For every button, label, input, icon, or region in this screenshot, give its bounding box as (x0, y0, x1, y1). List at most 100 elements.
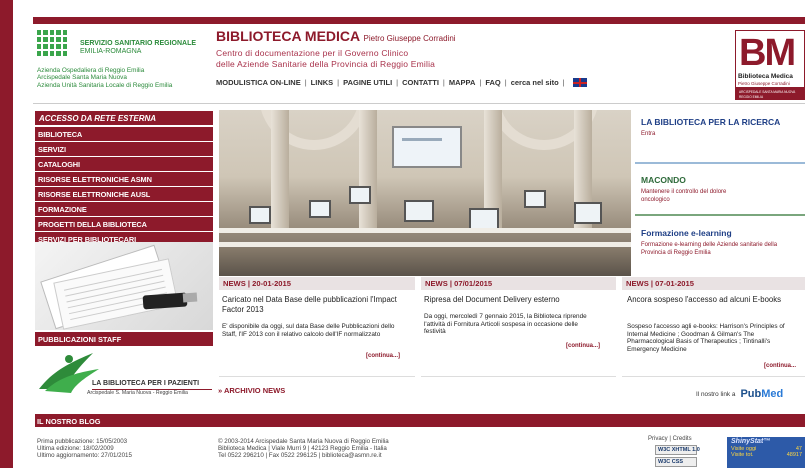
news-more-3[interactable]: [continua... (764, 363, 796, 369)
news-date-2: NEWS | 07/01/2015 (421, 277, 616, 290)
news-body-2: Da oggi, mercoledì 7 gennaio 2015, la Bi… (424, 313, 587, 336)
pubmed-text: Il nostro link a (696, 390, 736, 398)
promo-elearning-title: Formazione e-learning (641, 228, 732, 238)
footer-contact-line: Biblioteca Medica | Viale Murri 9 | 4212… (218, 445, 387, 452)
ssr-grid-icon (37, 30, 67, 56)
news-more-1[interactable]: [continua...] (366, 353, 400, 359)
ssr-logo[interactable]: SERVIZIO SANITARIO REGIONALE EMILIA-ROMA… (37, 30, 212, 98)
monitor (524, 190, 546, 208)
sidebar-item-servizi[interactable]: SERVIZI (35, 142, 213, 156)
promo-macondo[interactable]: MACONDO Mantenere il controllo del dolor… (631, 175, 805, 204)
pubmed-logo-part: Pub (740, 388, 762, 400)
health-authorities: Azienda Ospedaliera di Reggio Emilia Arc… (37, 67, 172, 89)
news-more-2[interactable]: [continua...] (566, 343, 600, 349)
sidebar-header-external-access[interactable]: ACCESSO DA RETE ESTERNA (35, 111, 213, 125)
top-nav: MODULISTICA ON-LINE | LINKS | PAGINE UTILI… (216, 78, 587, 87)
site-subtitle-2: delle Aziende Sanitarie della Provincia … (216, 59, 436, 69)
archive-news-link[interactable]: » ARCHIVIO NEWS (218, 386, 285, 395)
bm-logo-city: REGGIO EMILIA (739, 95, 764, 99)
site-title-suffix: Pietro Giuseppe Corradini (363, 34, 456, 43)
news-divider (622, 376, 805, 377)
nav-links[interactable]: LINKS (311, 78, 334, 87)
library-photo (219, 110, 631, 276)
sidebar-item-risorse-ausl[interactable]: RISORSE ELETTRONICHE AUSL (35, 187, 213, 201)
news-divider (421, 376, 616, 377)
footer-date-line: Ultimo aggiornamento: 27/01/2015 (37, 452, 132, 459)
nav-faq[interactable]: FAQ (485, 78, 500, 87)
promo-elearning-desc: Formazione e-learning delle Aziende sani… (641, 241, 778, 256)
sidebar-menu: ACCESSO DA RETE ESTERNA BIBLIOTECA SERVI… (35, 111, 213, 247)
footer-dates: Prima pubblicazione: 15/05/2003 Ultima e… (37, 438, 132, 459)
projection-screen (392, 126, 462, 168)
monitor (574, 202, 602, 224)
promo-panel: LA BIBLIOTECA PER LA RICERCA Entra MACON… (631, 110, 805, 276)
authority-line: Azienda Unità Sanitaria Locale di Reggio… (37, 81, 173, 89)
news-title-2[interactable]: Ripresa del Document Delivery esterno (424, 295, 614, 305)
promo-macondo-title: MACONDO (641, 175, 686, 185)
privacy-credits-link[interactable]: Privacy | Credits (648, 436, 692, 442)
patients-library-title: LA BIBLIOTECA PER I PAZIENTI (92, 380, 200, 387)
column (359, 110, 377, 230)
site-title[interactable]: BIBLIOTECA MEDICA Pietro Giuseppe Corrad… (216, 28, 456, 44)
promo-ricerca-link[interactable]: Entra (631, 130, 805, 138)
news-divider (219, 376, 415, 377)
promo-ricerca-title: LA BIBLIOTECA PER LA RICERCA (641, 117, 781, 127)
nav-separator: | (396, 78, 399, 87)
authority-line: Azienda Ospedaliera di Reggio Emilia (37, 67, 145, 74)
authority-line: Arcispedale Santa Maria Nuova (37, 74, 127, 82)
sidebar-item-cataloghi[interactable]: CATALOGHI (35, 157, 213, 171)
blog-link[interactable]: IL NOSTRO BLOG (37, 417, 101, 426)
nav-search[interactable]: cerca nel sito (511, 78, 559, 87)
site-title-main: BIBLIOTECA MEDICA (216, 28, 360, 44)
shinystat-total-value: 48917 (786, 452, 802, 458)
pubmed-logo: PubMed (740, 388, 783, 400)
column (271, 110, 289, 230)
bm-logo[interactable]: BM Biblioteca Medica Pietro Giuseppe Cor… (735, 30, 805, 100)
promo-divider (635, 162, 805, 164)
w3c-css-badge[interactable]: W3C CSS (655, 457, 697, 467)
sidebar-staff-publications[interactable]: PUBBLICAZIONI STAFF (35, 332, 213, 346)
monitor (349, 186, 371, 204)
nav-pagine-utili[interactable]: PAGINE UTILI (343, 78, 392, 87)
sidebar-item-formazione[interactable]: FORMAZIONE (35, 202, 213, 216)
patients-library-banner[interactable]: LA BIBLIOTECA PER I PAZIENTI Arcispedale… (35, 346, 213, 404)
w3c-xhtml-badge[interactable]: W3C XHTML 1.0 (655, 445, 700, 455)
page: SERVIZIO SANITARIO REGIONALE EMILIA-ROMA… (0, 0, 805, 468)
promo-elearning[interactable]: Formazione e-learning Formazione e-learn… (631, 228, 805, 257)
shinystat-total-label: Visite tot. (731, 452, 754, 458)
desk (219, 228, 631, 233)
publications-image[interactable] (35, 242, 213, 330)
desk (219, 242, 631, 247)
news-body-3: Sospeso l'accesso agli e-books: Harrison… (627, 323, 785, 353)
usb-stick-icon (142, 292, 188, 310)
monitor (249, 206, 271, 224)
floor (219, 248, 631, 276)
nav-modulistica[interactable]: MODULISTICA ON-LINE (216, 78, 301, 87)
english-flag-icon[interactable] (572, 78, 587, 87)
monitor (404, 200, 434, 222)
sidebar-item-risorse-asmn[interactable]: RISORSE ELETTRONICHE ASMN (35, 172, 213, 186)
sidebar-item-biblioteca[interactable]: BIBLIOTECA (35, 127, 213, 141)
news-title-1[interactable]: Caricato nel Data Base delle pubblicazio… (222, 295, 412, 315)
footer-contact-line: © 2003-2014 Arcispedale Santa Maria Nuov… (218, 438, 389, 445)
pubmed-logo-part: Med (761, 388, 784, 400)
blog-bar (35, 414, 805, 427)
news-title-3[interactable]: Ancora sospeso l'accesso ad alcuni E-boo… (627, 295, 803, 305)
nav-separator: | (337, 78, 340, 87)
promo-macondo-desc: Mantenere il controllo del dolore oncolo… (641, 188, 727, 203)
shinystat-counter[interactable]: ShinyStat™ Visite oggi 47 Visite tot. 4891… (727, 437, 805, 468)
nav-separator: | (304, 78, 307, 87)
bm-logo-name: Biblioteca Medica (738, 73, 793, 80)
nav-contatti[interactable]: CONTATTI (402, 78, 439, 87)
nav-mappa[interactable]: MAPPA (449, 78, 476, 87)
promo-ricerca[interactable]: LA BIBLIOTECA PER LA RICERCA Entra (631, 117, 805, 138)
monitor (469, 208, 499, 230)
nav-separator: | (479, 78, 482, 87)
patients-library-subtitle: Arcispedale S. Maria Nuova - Reggio Emil… (87, 390, 188, 396)
site-subtitle-1: Centro di documentazione per il Governo … (216, 48, 409, 58)
footer-contact-line: Tel 0522 296210 | Fax 0522 296125 | bibl… (218, 452, 382, 459)
sidebar-item-progetti[interactable]: PROGETTI DELLA BIBLIOTECA (35, 217, 213, 231)
bm-logo-letters: BM (739, 32, 796, 74)
pubmed-link[interactable]: Il nostro link a PubMed (696, 388, 783, 400)
usb-connector (182, 292, 198, 303)
